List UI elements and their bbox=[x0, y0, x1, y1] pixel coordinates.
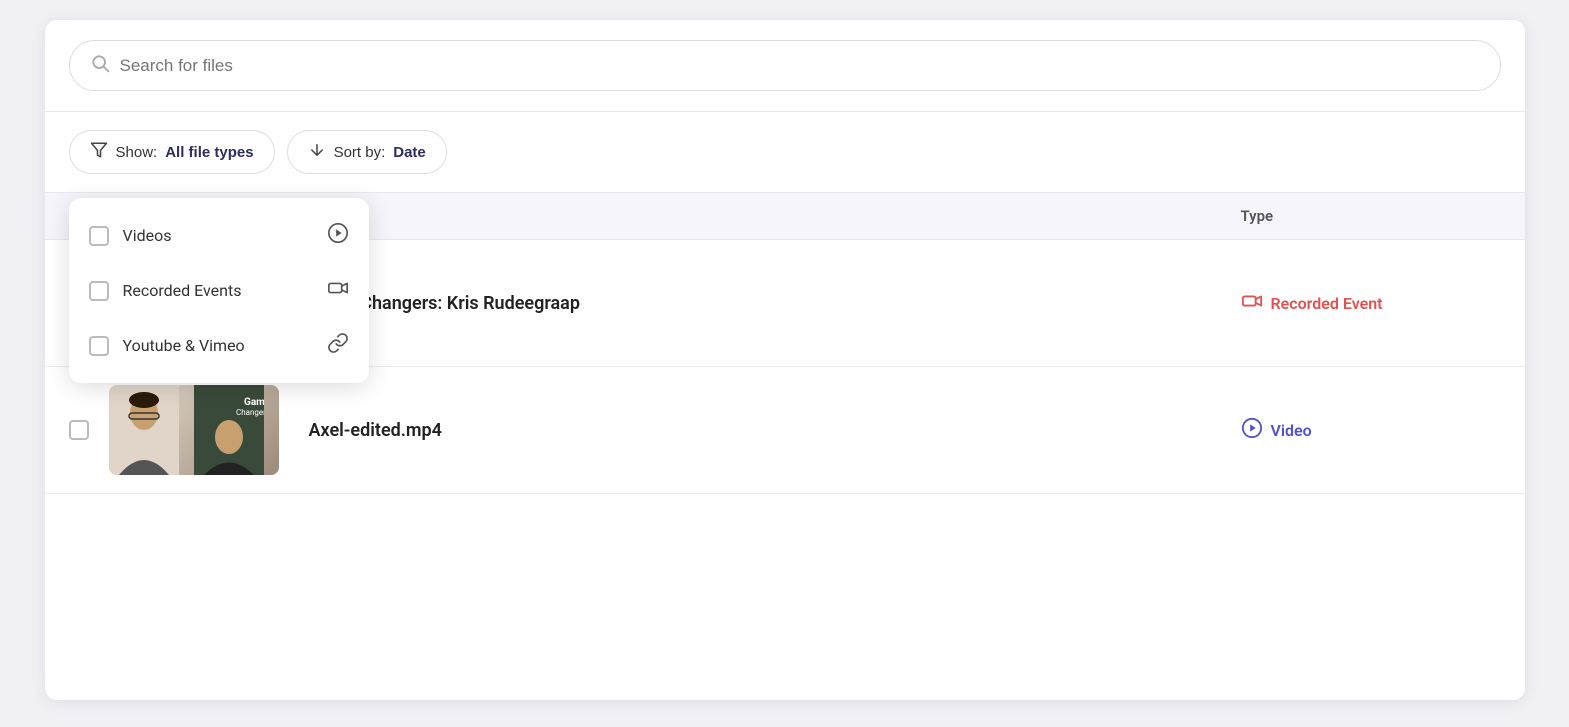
dropdown-item-videos[interactable]: Videos bbox=[69, 208, 369, 263]
recorded-event-icon bbox=[327, 277, 349, 304]
sort-value: Date bbox=[393, 144, 426, 161]
show-label: Show: bbox=[116, 144, 158, 161]
checkbox-box-2[interactable] bbox=[69, 420, 89, 440]
filter-button[interactable]: Show: All file types bbox=[69, 130, 275, 174]
row-type-label-2: Video bbox=[1271, 421, 1312, 440]
video-type-icon bbox=[1241, 417, 1263, 443]
checkbox-youtube-vimeo[interactable] bbox=[89, 336, 109, 356]
filter-funnel-icon bbox=[90, 141, 108, 163]
checkbox-videos[interactable] bbox=[89, 226, 109, 246]
checkbox-recorded-events[interactable] bbox=[89, 281, 109, 301]
dropdown-item-youtube-vimeo[interactable]: Youtube & Vimeo bbox=[69, 318, 369, 373]
thumb-image-2: Game Changers bbox=[109, 385, 279, 475]
row-checkbox-2[interactable] bbox=[69, 420, 109, 440]
thumb-left-2 bbox=[109, 385, 194, 475]
dropdown-label-videos: Videos bbox=[123, 226, 313, 245]
link-icon bbox=[327, 332, 349, 359]
filter-row: Show: All file types Sort by: Date bbox=[45, 112, 1525, 193]
row-type-label-1: Recorded Event bbox=[1271, 294, 1383, 313]
row-type-1: Recorded Event bbox=[1241, 290, 1501, 316]
main-container: Show: All file types Sort by: Date Video… bbox=[45, 20, 1525, 700]
search-icon bbox=[90, 53, 110, 78]
thumb-right-2: Game Changers bbox=[194, 385, 279, 475]
search-input[interactable] bbox=[120, 56, 1480, 76]
sort-label: Sort by: bbox=[334, 144, 386, 161]
table-row: Game Changers Axel-edited.mp4 Video bbox=[45, 367, 1525, 494]
dropdown-label-youtube-vimeo: Youtube & Vimeo bbox=[123, 336, 313, 355]
sort-button[interactable]: Sort by: Date bbox=[287, 130, 447, 174]
search-bar-container bbox=[45, 20, 1525, 112]
svg-text:Changers: Changers bbox=[236, 408, 264, 417]
header-type-col: Type bbox=[1241, 207, 1501, 225]
row-type-2: Video bbox=[1241, 417, 1501, 443]
row-thumbnail-2: Game Changers bbox=[109, 385, 309, 475]
svg-text:Game: Game bbox=[244, 397, 264, 408]
filter-dropdown: Videos Recorded Events Youtube & Vim bbox=[69, 198, 369, 383]
row-name-2: Axel-edited.mp4 bbox=[309, 420, 1241, 441]
dropdown-item-recorded-events[interactable]: Recorded Events bbox=[69, 263, 369, 318]
row-name-1: Game Changers: Kris Rudeegraap bbox=[309, 293, 1241, 314]
dropdown-label-recorded-events: Recorded Events bbox=[123, 281, 313, 300]
search-bar bbox=[69, 40, 1501, 91]
recorded-event-type-icon bbox=[1241, 290, 1263, 316]
sort-down-icon bbox=[308, 141, 326, 163]
video-play-icon bbox=[327, 222, 349, 249]
show-value: All file types bbox=[165, 144, 253, 161]
